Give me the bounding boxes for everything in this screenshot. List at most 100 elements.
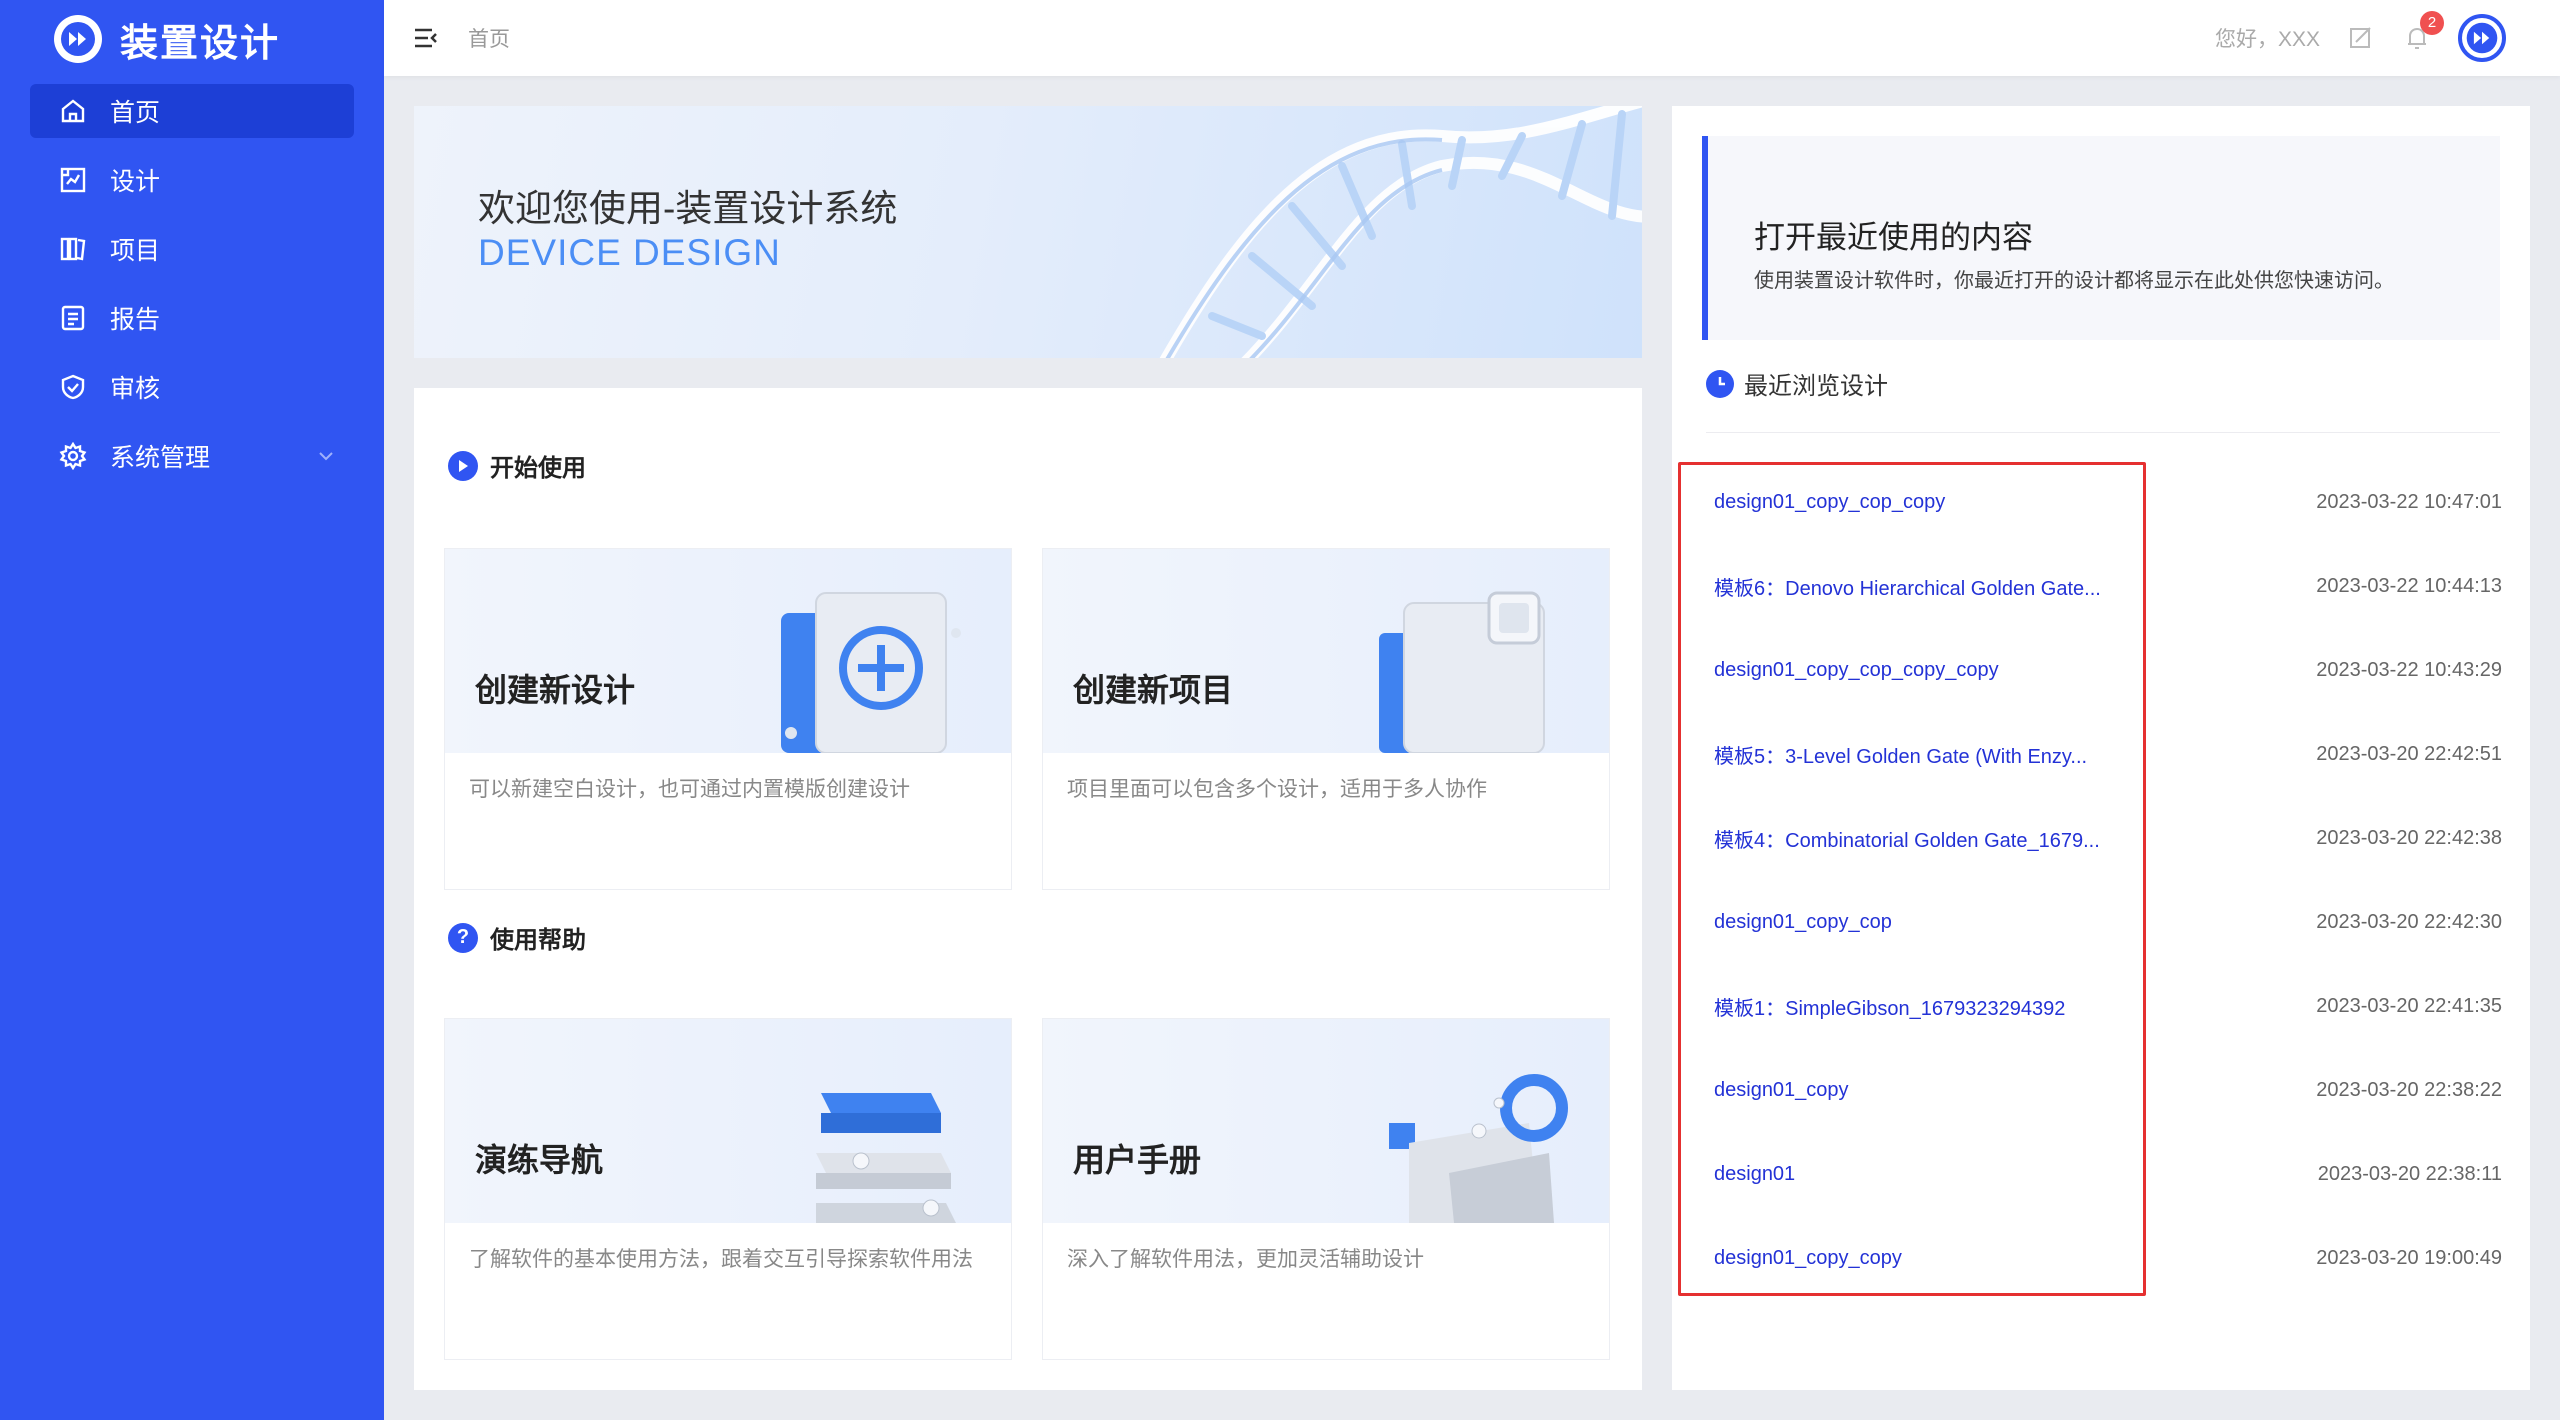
project-icon xyxy=(58,234,88,264)
section-title: 最近浏览设计 xyxy=(1744,373,1888,400)
report-icon xyxy=(58,303,88,333)
timestamp: 2023-03-22 10:43:29 xyxy=(2316,658,2502,681)
card-title: 演练导航 xyxy=(475,1142,604,1178)
tutorial-illustration xyxy=(816,1093,956,1223)
design-icon xyxy=(58,165,88,195)
design-link[interactable]: 模板4：Combinatorial Golden Gate_1679... xyxy=(1714,824,2100,853)
banner-subtitle: DEVICE DESIGN xyxy=(478,232,781,273)
message-icon[interactable] xyxy=(2346,23,2376,53)
user-manual-card[interactable]: 用户手册 深入了解软件用法，更加灵活辅助设计 xyxy=(1042,1018,1610,1360)
design-link[interactable]: design01_copy_cop xyxy=(1714,911,1892,934)
banner-title: 欢迎您使用-装置设计系统 xyxy=(478,188,898,229)
card-banner: 演练导航 xyxy=(445,1019,1011,1223)
notification-badge: 2 xyxy=(2420,11,2444,35)
create-design-card[interactable]: 创建新设计 可以新建空白设计，也可通过内置模版创建设计 xyxy=(444,548,1012,890)
sidebar-menu: 首页 设计 项目 报告 审核 系统管理 xyxy=(0,84,384,483)
header-actions: 您好，XXX 2 xyxy=(2215,0,2506,76)
card-description: 可以新建空白设计，也可通过内置模版创建设计 xyxy=(469,778,910,801)
list-item[interactable]: 模板5：3-Level Golden Gate (With Enzy... 202… xyxy=(1702,712,2502,796)
design-link[interactable]: design01_copy_copy xyxy=(1714,1247,1902,1270)
avatar[interactable] xyxy=(2458,14,2506,62)
design-link[interactable]: 模板5：3-Level Golden Gate (With Enzy... xyxy=(1714,740,2087,769)
design-link[interactable]: design01_copy_cop_copy xyxy=(1714,491,1945,514)
sidebar-item-label: 系统管理 xyxy=(110,444,211,472)
timestamp: 2023-03-22 10:44:13 xyxy=(2316,574,2502,597)
top-header: 首页 您好，XXX 2 xyxy=(384,0,2560,76)
list-item[interactable]: design01_copy_cop_copy 2023-03-22 10:47:0… xyxy=(1702,460,2502,544)
app-title: 装置设计 xyxy=(120,22,281,65)
card-banner: 创建新项目 xyxy=(1043,549,1609,753)
card-title: 用户手册 xyxy=(1073,1142,1202,1178)
list-item[interactable]: design01_copy_cop_copy_copy 2023-03-22 10… xyxy=(1702,628,2502,712)
recent-panel: 打开最近使用的内容 使用装置设计软件时，你最近打开的设计都将显示在此处供您快速访… xyxy=(1672,106,2530,1390)
home-icon xyxy=(58,96,88,126)
sidebar-item-label: 项目 xyxy=(110,237,161,265)
sidebar-item-system[interactable]: 系统管理 xyxy=(30,429,354,483)
timestamp: 2023-03-20 22:41:35 xyxy=(2316,994,2502,1017)
shield-icon xyxy=(58,372,88,402)
timestamp: 2023-03-20 22:42:30 xyxy=(2316,910,2502,933)
sidebar-item-label: 报告 xyxy=(110,306,161,334)
breadcrumb[interactable]: 首页 xyxy=(468,23,510,53)
card-title: 创建新设计 xyxy=(475,672,636,708)
create-project-card[interactable]: 创建新项目 项目里面可以包含多个设计，适用于多人协作 xyxy=(1042,548,1610,890)
timestamp: 2023-03-20 19:00:49 xyxy=(2316,1246,2502,1269)
menu-toggle-icon[interactable] xyxy=(410,22,442,54)
help-icon: ? xyxy=(448,922,478,953)
list-item[interactable]: design01_copy_cop 2023-03-20 22:42:30 xyxy=(1702,880,2502,964)
gear-icon xyxy=(58,441,88,471)
design-link[interactable]: design01_copy xyxy=(1714,1079,1849,1102)
design-link[interactable]: design01 xyxy=(1714,1163,1795,1186)
card-description: 了解软件的基本使用方法，跟着交互引导探索软件用法 xyxy=(469,1248,973,1271)
start-section-heading: 开始使用 xyxy=(448,448,586,483)
card-title: 创建新项目 xyxy=(1073,672,1234,708)
sidebar-item-design[interactable]: 设计 xyxy=(30,153,354,207)
sidebar-item-home[interactable]: 首页 xyxy=(30,84,354,138)
sidebar: 装置设计 首页 设计 项目 报告 审核 系统管理 xyxy=(0,0,384,1420)
sidebar-item-label: 审核 xyxy=(110,375,161,403)
add-design-illustration xyxy=(781,592,961,753)
list-item[interactable]: design01_copy 2023-03-20 22:38:22 xyxy=(1702,1048,2502,1132)
card-banner: 创建新设计 xyxy=(445,549,1011,753)
sidebar-item-report[interactable]: 报告 xyxy=(30,291,354,345)
tutorial-card[interactable]: 演练导航 了解软件的基本使用方法，跟着交互引导探索软件用法 xyxy=(444,1018,1012,1360)
sidebar-item-label: 设计 xyxy=(110,168,161,196)
add-project-illustration xyxy=(1379,591,1545,753)
list-item[interactable]: 模板6：Denovo Hierarchical Golden Gate... 20… xyxy=(1702,544,2502,628)
dna-illustration xyxy=(1159,106,1642,358)
section-title: 开始使用 xyxy=(490,455,586,482)
play-icon xyxy=(448,450,478,481)
welcome-banner: 欢迎您使用-装置设计系统 DEVICE DESIGN xyxy=(414,106,1642,358)
card-banner: 用户手册 xyxy=(1043,1019,1609,1223)
list-item[interactable]: design01_copy_copy 2023-03-20 19:00:49 xyxy=(1702,1216,2502,1300)
design-link[interactable]: 模板1：SimpleGibson_1679323294392 xyxy=(1714,992,2065,1021)
sidebar-item-review[interactable]: 审核 xyxy=(30,360,354,414)
logo-icon xyxy=(54,15,102,63)
design-link[interactable]: design01_copy_cop_copy_copy xyxy=(1714,659,1999,682)
timestamp: 2023-03-22 10:47:01 xyxy=(2316,490,2502,513)
chevron-down-icon[interactable] xyxy=(314,444,338,468)
recent-description: 使用装置设计软件时，你最近打开的设计都将显示在此处供您快速访问。 xyxy=(1754,270,2394,292)
divider xyxy=(1706,432,2500,433)
list-item[interactable]: 模板4：Combinatorial Golden Gate_1679... 202… xyxy=(1702,796,2502,880)
user-greeting: 您好，XXX xyxy=(2214,28,2320,51)
section-title: 使用帮助 xyxy=(490,927,586,954)
main-content-card: 开始使用 创建新设计 可以新建空白设计，也可通过内置模版创建设计 创建新项目 项… xyxy=(414,388,1642,1390)
manual-illustration xyxy=(1389,1074,1568,1223)
help-section-heading: ? 使用帮助 xyxy=(448,920,586,955)
card-description: 深入了解软件用法，更加灵活辅助设计 xyxy=(1067,1248,1424,1271)
recent-browse-heading: 最近浏览设计 xyxy=(1706,366,1888,401)
sidebar-item-project[interactable]: 项目 xyxy=(30,222,354,276)
sidebar-item-label: 首页 xyxy=(110,99,161,127)
timestamp: 2023-03-20 22:38:22 xyxy=(2316,1078,2502,1101)
recent-design-list: design01_copy_cop_copy 2023-03-22 10:47:0… xyxy=(1702,460,2502,1300)
notification-bell-icon[interactable]: 2 xyxy=(2402,11,2444,53)
brand: 装置设计 xyxy=(0,0,384,78)
timestamp: 2023-03-20 22:42:38 xyxy=(2316,826,2502,849)
list-item[interactable]: 模板1：SimpleGibson_1679323294392 2023-03-20… xyxy=(1702,964,2502,1048)
design-link[interactable]: 模板6：Denovo Hierarchical Golden Gate... xyxy=(1714,572,2101,601)
timestamp: 2023-03-20 22:42:51 xyxy=(2316,742,2502,765)
clock-icon xyxy=(1706,369,1734,398)
card-description: 项目里面可以包含多个设计，适用于多人协作 xyxy=(1067,778,1487,801)
list-item[interactable]: design01 2023-03-20 22:38:11 xyxy=(1702,1132,2502,1216)
